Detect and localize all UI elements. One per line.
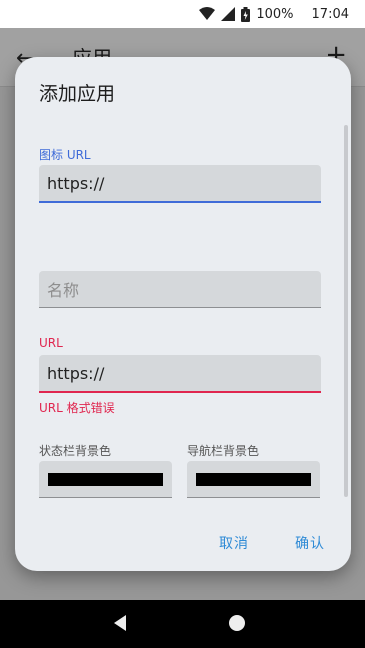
status-bar-color-label: 状态栏背景色 [39,444,112,458]
battery-icon [241,6,251,22]
name-placeholder: 名称 [47,281,80,300]
confirm-button[interactable]: 确认 [295,533,325,553]
icon-url-label: 图标 URL [39,148,91,162]
cancel-button[interactable]: 取消 [219,533,249,553]
icon-url-input[interactable]: https:// [39,165,321,203]
status-bar-color-picker[interactable] [39,461,172,498]
cellular-signal-icon [221,7,236,21]
name-input[interactable]: 名称 [39,271,321,308]
wifi-icon [199,7,216,21]
url-input[interactable]: https:// [39,355,321,393]
nav-bar-color-picker[interactable] [187,461,320,498]
system-nav-bar [0,600,365,648]
url-value: https:// [47,363,105,383]
battery-percentage: 100% [256,6,294,22]
nav-bar-color-label: 导航栏背景色 [187,444,260,458]
dialog-scrollbar[interactable] [344,125,348,497]
dialog-title: 添加应用 [39,83,116,105]
nav-back-icon[interactable] [112,614,130,636]
nav-home-icon[interactable] [228,614,246,636]
icon-url-value: https:// [47,173,105,193]
nav-bar-color-swatch [196,473,311,486]
screen: 100% 17:04 ← 应用 + 添加应用 图标 URL https:// 名… [0,0,365,648]
url-label: URL [39,336,63,350]
status-bar: 100% 17:04 [0,0,365,28]
status-clock: 17:04 [311,6,349,22]
status-bar-color-swatch [48,473,163,486]
url-error-text: URL 格式错误 [39,401,115,415]
add-app-dialog: 添加应用 图标 URL https:// 名称 URL https:// URL… [15,57,351,571]
